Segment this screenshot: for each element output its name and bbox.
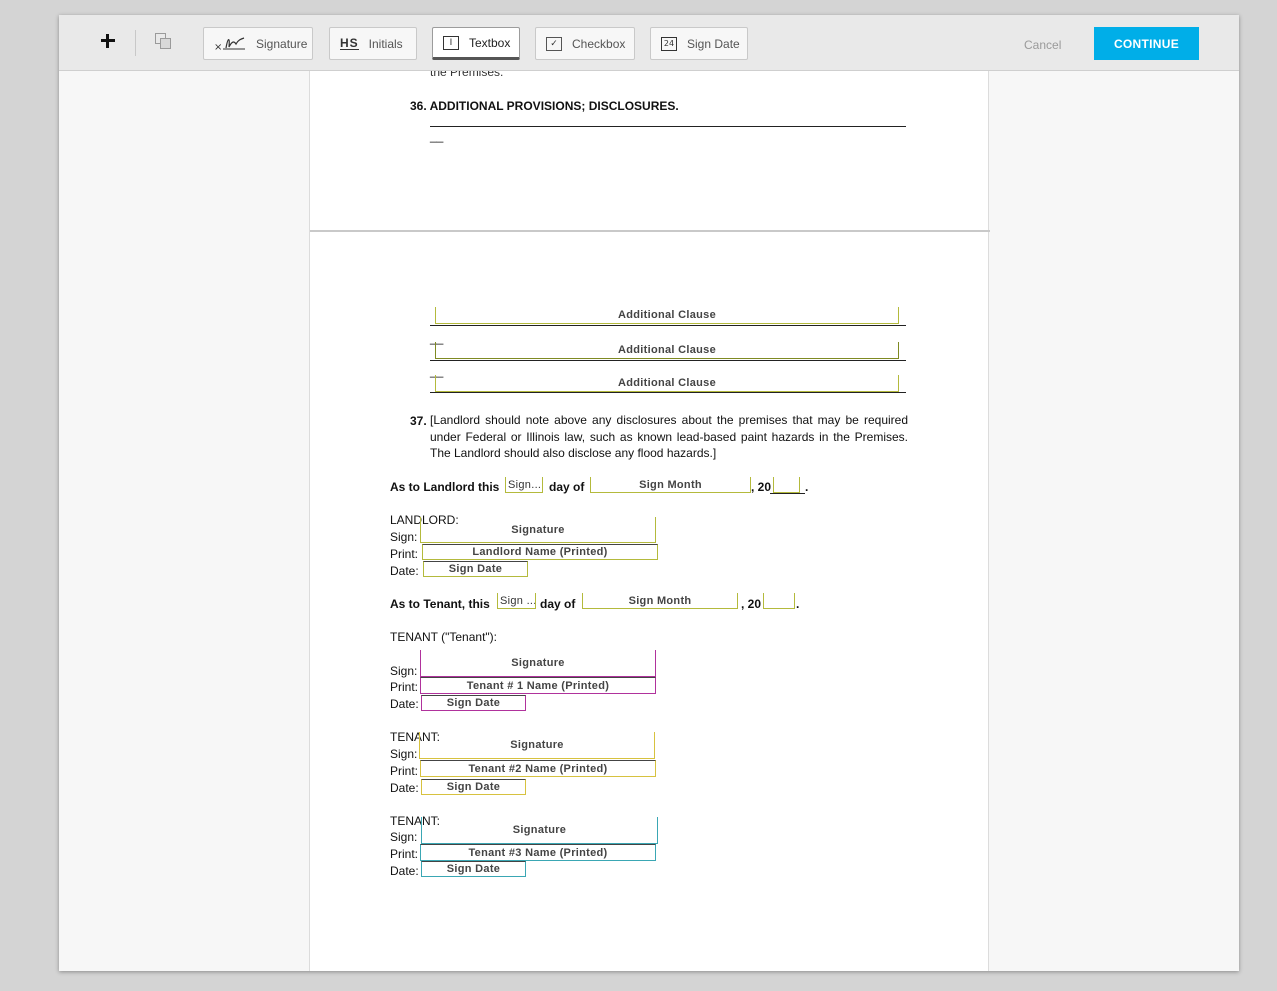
landlord-year-prefix: , 20 [751,480,772,494]
sign-date-tool-label: Sign Date [687,36,740,51]
section-37-text: [Landlord should note above any disclosu… [430,413,908,460]
tenant2-sign-label: Sign: [390,747,418,761]
tenant3-name-field[interactable]: Tenant #3 Name (Printed) [420,844,656,861]
clause-line-1 [430,325,906,326]
landlord-sign-month-field[interactable]: Sign Month [590,477,751,493]
provision-line [430,126,906,127]
additional-clause-field-3[interactable]: Additional Clause [435,375,899,392]
signature-icon: × [214,35,246,53]
section-37-number: 37. [410,414,427,428]
cancel-button[interactable]: Cancel [1024,38,1061,52]
tenant1-date-label: Date: [390,697,419,711]
tenant3-print-label: Print: [390,847,419,861]
provision-line-end: __ [430,129,444,143]
initials-icon: HS [340,36,359,50]
duplicate-icon[interactable] [155,33,173,51]
checkbox-icon: ✓ [546,36,562,51]
tenant-year-field[interactable] [763,593,795,609]
additional-clause-field-1[interactable]: Additional Clause [435,307,899,324]
landlord-sign-label: Sign: [390,530,418,544]
tenant1-name-field[interactable]: Tenant # 1 Name (Printed) [420,677,656,694]
tenant-year-prefix: , 20 [741,597,762,611]
tenant-dated-period: . [796,597,800,611]
calendar-icon: 24 [661,36,677,51]
tenant1-sign-label: Sign: [390,664,418,678]
tenant3-signature-field[interactable]: Signature [421,817,658,844]
tenant2-date-field[interactable]: Sign Date [421,779,526,795]
landlord-sign-day-field[interactable]: Sign... [505,477,543,493]
add-icon[interactable] [97,30,119,52]
tenant2-signature-field[interactable]: Signature [419,732,655,759]
landlord-date-label: Date: [390,564,419,578]
clause-line-3 [430,392,906,393]
document-page: the Premises. 36. ADDITIONAL PROVISIONS;… [309,65,990,971]
tenant3-date-label: Date: [390,864,419,878]
tenant1-date-field[interactable]: Sign Date [421,695,526,711]
field-toolbar: × Signature HS Initials I Textbox ✓ Chec… [59,15,1239,71]
tenant1-signature-field[interactable]: Signature [420,650,656,677]
signature-tool-label: Signature [256,36,308,51]
section-36-heading: 36. ADDITIONAL PROVISIONS; DISCLOSURES. [410,99,679,113]
tenant3-sign-label: Sign: [390,830,418,844]
sign-date-tool-button[interactable]: 24 Sign Date [650,27,748,60]
tenant-sign-month-field[interactable]: Sign Month [582,593,738,609]
page-break [310,230,990,232]
landlord-date-field[interactable]: Sign Date [423,561,528,577]
landlord-dated-prefix: As to Landlord this [390,480,500,494]
document-editor-window: × Signature HS Initials I Textbox ✓ Chec… [59,15,1239,971]
continue-button[interactable]: CONTINUE [1094,27,1199,60]
checkbox-tool-label: Checkbox [572,36,626,51]
textbox-tool-label: Textbox [469,35,511,50]
tenant2-print-label: Print: [390,764,419,778]
tenant-heading: TENANT ("Tenant"): [390,630,497,644]
tenant2-date-label: Date: [390,781,419,795]
svg-text:×: × [214,42,222,53]
signature-tool-button[interactable]: × Signature [203,27,313,60]
landlord-name-field[interactable]: Landlord Name (Printed) [422,544,658,560]
tenant3-date-field[interactable]: Sign Date [421,861,526,877]
tenant-dated-prefix: As to Tenant, this [390,597,490,611]
tenant-sign-day-field[interactable]: Sign ... [497,593,536,609]
clause-line-2 [430,360,906,361]
landlord-print-label: Print: [390,547,419,561]
landlord-year-field[interactable] [773,477,800,493]
tenant1-print-label: Print: [390,680,419,694]
tenant2-name-field[interactable]: Tenant #2 Name (Printed) [420,760,656,777]
landlord-year-line [770,493,805,494]
additional-clause-field-2[interactable]: Additional Clause [435,342,899,359]
toolbar-divider [135,30,136,56]
tenant-day-of-text: day of [540,597,576,611]
textbox-icon: I [443,35,459,50]
landlord-day-of-text: day of [549,480,585,494]
initials-tool-label: Initials [368,36,403,51]
landlord-dated-period: . [805,480,809,494]
landlord-signature-field[interactable]: Signature [420,517,656,543]
initials-tool-button[interactable]: HS Initials [329,27,417,60]
textbox-tool-button[interactable]: I Textbox [432,27,520,60]
checkbox-tool-button[interactable]: ✓ Checkbox [535,27,635,60]
